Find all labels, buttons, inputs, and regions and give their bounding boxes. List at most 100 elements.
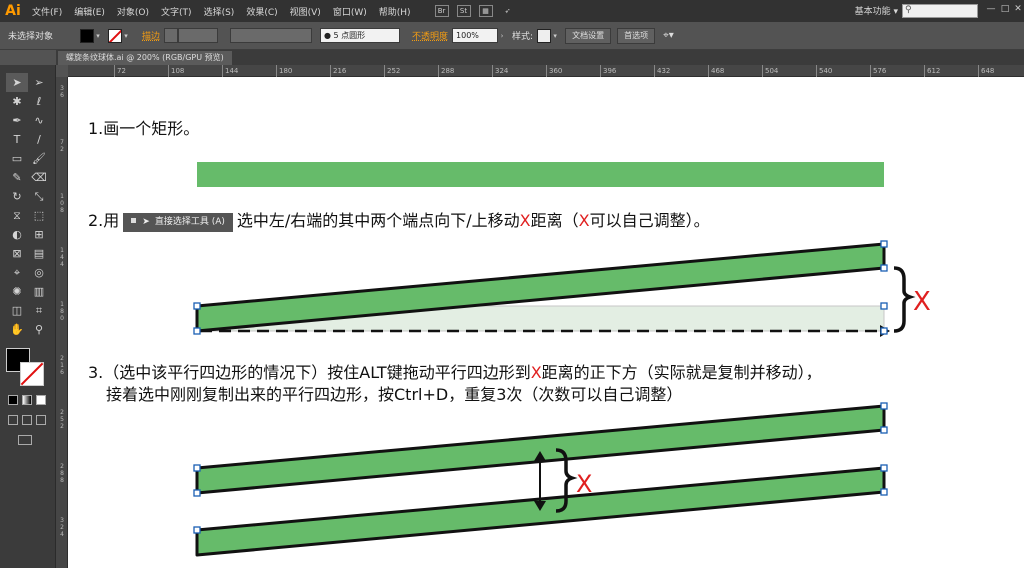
color-mode-icon[interactable] <box>8 395 18 405</box>
workspace-label: 基本功能 <box>854 7 891 17</box>
mesh-icon[interactable]: ⊠ <box>6 244 28 263</box>
chevron-down-icon[interactable]: ▾ <box>551 32 559 40</box>
menu-item[interactable]: 视图(V) <box>284 5 327 18</box>
curvature-icon[interactable]: ∿ <box>28 111 50 130</box>
anchor-point[interactable] <box>880 302 888 310</box>
step-2-end: 可以自己调整）。 <box>589 211 710 230</box>
selection-icon[interactable]: ➤ <box>6 73 28 92</box>
fill-swatch[interactable] <box>80 28 94 43</box>
draw-behind-icon[interactable] <box>22 415 32 425</box>
restore-button[interactable]: □ <box>1000 4 1010 14</box>
preferences-button[interactable]: 首选项 <box>617 27 656 44</box>
width-icon[interactable]: ⧖ <box>6 206 28 225</box>
shape-builder-icon[interactable]: ◐ <box>6 225 28 244</box>
menu-item[interactable]: 文件(F) <box>26 5 68 18</box>
stroke-label[interactable]: 描边 <box>142 29 160 42</box>
menu-item[interactable]: 编辑(E) <box>68 5 111 18</box>
anchor-point[interactable] <box>193 302 201 310</box>
magic-wand-icon[interactable]: ✱ <box>6 92 28 111</box>
menu-item[interactable]: 帮助(H) <box>373 5 417 18</box>
anchor-point[interactable] <box>880 402 888 410</box>
screen-mode-icon[interactable] <box>18 435 32 445</box>
artboard[interactable]: X X 1.画一个矩形。 2.用 ➤ 直接选择工具 (A) 选中左/右端的其中两个端点… <box>68 77 1024 568</box>
menu-item[interactable]: 窗口(W) <box>327 5 373 18</box>
workspace-switcher[interactable]: 基本功能 ▾ <box>855 4 898 17</box>
hand-icon[interactable]: ✋ <box>6 320 28 339</box>
anchor-point[interactable] <box>880 426 888 434</box>
gradient-icon[interactable]: ▤ <box>28 244 50 263</box>
ruler-tick-label: 72 <box>60 139 64 153</box>
document-tab[interactable]: 螺旋条纹球体.ai @ 200% (RGB/GPU 预览) <box>58 51 232 65</box>
zoom-icon[interactable]: ⚲ <box>28 320 50 339</box>
type-icon[interactable]: T <box>6 130 28 149</box>
anchor-point[interactable] <box>880 464 888 472</box>
rotate-icon[interactable]: ↻ <box>6 187 28 206</box>
brush-definition[interactable]: ● 5 点圆形 <box>320 28 401 43</box>
color-mode-row <box>8 395 46 405</box>
tool-grid: ➤ ➢ ✱ ℓ ✒ ∿ T / ▭ 🖌 ✎ ⌫ ↻ ⤡ ⧖ ⬚ ◐ ⊞ ⊠ ▤ ⌖ ◎ ✺ ▥ ◫ ⌗ ✋ ⚲ <box>6 73 50 339</box>
line-icon[interactable]: / <box>28 130 50 149</box>
slice-icon[interactable]: ⌗ <box>28 301 50 320</box>
menu-item[interactable]: 效果(C) <box>240 5 283 18</box>
step-2-post: 距离（ <box>530 211 579 230</box>
anchor-point[interactable] <box>880 240 888 248</box>
opacity-input[interactable]: 100% <box>452 28 499 43</box>
anchor-point[interactable] <box>880 327 888 335</box>
chevron-right-icon[interactable]: › <box>498 32 506 40</box>
anchor-point[interactable] <box>880 488 888 496</box>
menu-item[interactable]: 选择(S) <box>198 5 241 18</box>
ruler-tick-label: 180 <box>60 301 64 322</box>
symbol-sprayer-icon[interactable]: ✺ <box>6 282 28 301</box>
column-graph-icon[interactable]: ▥ <box>28 282 50 301</box>
anchor-point[interactable] <box>193 489 201 497</box>
minimize-button[interactable]: — <box>986 4 996 14</box>
x-highlight: X <box>530 363 542 382</box>
screen-mode-row <box>18 435 32 445</box>
chevron-down-icon[interactable]: ▾ <box>94 32 102 40</box>
perspective-icon[interactable]: ⊞ <box>28 225 50 244</box>
arrange-icon[interactable]: ⌖▾ <box>663 30 674 41</box>
pencil-icon[interactable]: ✎ <box>6 168 28 187</box>
stroke-swatch[interactable] <box>108 28 122 43</box>
direct-selection-icon[interactable]: ➢ <box>28 73 50 92</box>
stroke-weight-field[interactable] <box>178 28 219 43</box>
pen-icon[interactable]: ✒ <box>6 111 28 130</box>
ruler-tick-label: 540 <box>816 65 832 77</box>
graphic-style-swatch[interactable] <box>537 28 552 43</box>
search-input[interactable]: ⚲ <box>902 4 978 18</box>
lasso-icon[interactable]: ℓ <box>28 92 50 111</box>
draw-inside-icon[interactable] <box>36 415 46 425</box>
eraser-icon[interactable]: ⌫ <box>28 168 50 187</box>
stroke-spinner[interactable] <box>164 28 179 43</box>
scale-icon[interactable]: ⤡ <box>28 187 50 206</box>
rectangle-icon[interactable]: ▭ <box>6 149 28 168</box>
menu-item[interactable]: 文字(T) <box>155 5 198 18</box>
free-transform-icon[interactable]: ⬚ <box>28 206 50 225</box>
paintbrush-icon[interactable]: 🖌 <box>28 149 50 168</box>
app-logo: Ai <box>5 3 21 19</box>
ruler-tick-label: 72 <box>114 65 126 77</box>
variable-width-profile[interactable] <box>230 28 313 43</box>
eyedropper-icon[interactable]: ⌖ <box>6 263 28 282</box>
rectangle-shape[interactable] <box>197 162 884 187</box>
arrange-documents-icon[interactable]: ▦ <box>478 5 493 17</box>
anchor-point[interactable] <box>193 526 201 534</box>
step-3-line-2: 接着选中刚刚复制出来的平行四边形，按Ctrl+D，重复3次（次数可以自己调整） <box>106 385 683 404</box>
anchor-point[interactable] <box>193 327 201 335</box>
menu-item[interactable]: 对象(O) <box>111 5 155 18</box>
bridge-button[interactable]: Br <box>434 5 449 17</box>
stock-button[interactable]: St <box>456 5 471 17</box>
draw-normal-icon[interactable] <box>8 415 18 425</box>
stroke-color-box[interactable] <box>20 362 44 386</box>
gpu-performance-icon[interactable]: ➶ <box>501 5 515 17</box>
anchor-point[interactable] <box>193 464 201 472</box>
blend-icon[interactable]: ◎ <box>28 263 50 282</box>
artboard-icon[interactable]: ◫ <box>6 301 28 320</box>
close-button[interactable]: ✕ <box>1013 4 1023 14</box>
opacity-label[interactable]: 不透明度 <box>412 29 448 42</box>
anchor-point[interactable] <box>880 264 888 272</box>
none-mode-icon[interactable] <box>36 395 46 405</box>
chevron-down-icon[interactable]: ▾ <box>122 32 130 40</box>
document-setup-button[interactable]: 文档设置 <box>565 27 612 44</box>
gradient-mode-icon[interactable] <box>22 395 32 405</box>
